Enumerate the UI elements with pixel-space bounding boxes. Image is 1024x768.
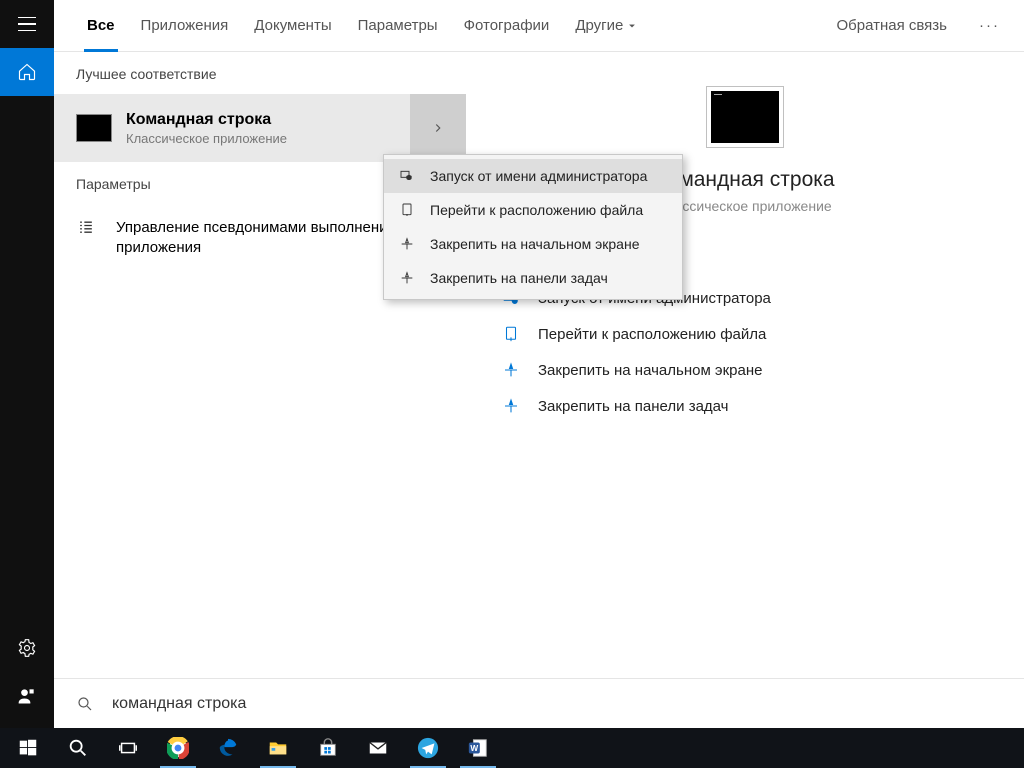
tab-label: Документы (254, 17, 331, 34)
action-label: Перейти к расположению файла (538, 326, 766, 343)
action-pin-start[interactable]: Закрепить на начальном экране (496, 352, 994, 388)
mail-icon (366, 736, 390, 760)
list-icon (76, 218, 98, 243)
context-menu-label: Закрепить на начальном экране (430, 236, 640, 252)
context-menu: Запуск от имени администратора Перейти к… (383, 154, 683, 300)
file-explorer-icon (266, 736, 290, 760)
action-label: Закрепить на панели задач (538, 398, 729, 415)
taskbar-mail[interactable] (354, 728, 402, 768)
context-menu-label: Закрепить на панели задач (430, 270, 608, 286)
taskview-icon (116, 736, 140, 760)
search-content: Лучшее соответствие Командная строка Кла… (54, 52, 1024, 678)
chrome-icon (166, 736, 190, 760)
action-label: Закрепить на начальном экране (538, 362, 762, 379)
context-menu-pin-taskbar[interactable]: Закрепить на панели задач (384, 261, 682, 295)
pin-start-icon (398, 236, 416, 252)
user-icon (17, 686, 37, 706)
chevron-right-icon (431, 121, 445, 135)
start-expand-button[interactable] (0, 0, 54, 48)
start-user-button[interactable] (0, 672, 54, 720)
start-menu-sidebar (0, 0, 54, 728)
best-match-item[interactable]: Командная строка Классическое приложение (54, 94, 466, 162)
more-options-button[interactable]: ··· (965, 17, 1014, 34)
search-icon (66, 736, 90, 760)
feedback-label: Обратная связь (836, 17, 947, 34)
context-menu-label: Перейти к расположению файла (430, 202, 643, 218)
tab-label: Фотографии (464, 17, 550, 34)
svg-text:W: W (470, 744, 478, 753)
start-home-button[interactable] (0, 48, 54, 96)
best-match-title: Командная строка (126, 111, 287, 129)
pin-start-icon (500, 361, 522, 379)
taskbar-word[interactable]: W (454, 728, 502, 768)
tab-documents[interactable]: Документы (241, 0, 344, 52)
tab-label: Параметры (358, 17, 438, 34)
tab-label: Все (87, 17, 115, 34)
pin-taskbar-icon (398, 270, 416, 286)
taskbar-taskview-button[interactable] (104, 728, 152, 768)
best-match-subtitle: Классическое приложение (126, 131, 287, 146)
taskbar-telegram[interactable] (404, 728, 452, 768)
results-column: Лучшее соответствие Командная строка Кла… (54, 52, 466, 678)
tab-label: Приложения (141, 17, 229, 34)
taskbar-explorer[interactable] (254, 728, 302, 768)
details-app-thumbnail (706, 86, 784, 148)
folder-location-icon (500, 325, 522, 343)
cmd-thumbnail-icon (76, 114, 112, 142)
word-icon: W (466, 736, 490, 760)
best-match-expand-button[interactable] (410, 94, 466, 162)
windows-logo-icon (16, 736, 40, 760)
taskbar: W (0, 728, 1024, 768)
details-subtitle: Классическое приложение (658, 198, 831, 214)
telegram-icon (416, 736, 440, 760)
start-settings-button[interactable] (0, 624, 54, 672)
context-menu-run-as-admin[interactable]: Запуск от имени администратора (384, 159, 682, 193)
tab-apps[interactable]: Приложения (128, 0, 242, 52)
home-icon (17, 62, 37, 82)
taskbar-store[interactable] (304, 728, 352, 768)
taskbar-chrome[interactable] (154, 728, 202, 768)
hamburger-icon (18, 17, 36, 32)
tab-label: Другие (575, 17, 623, 34)
search-input-bar[interactable]: командная строка (54, 678, 1024, 728)
chevron-down-icon (627, 21, 637, 31)
tab-more[interactable]: Другие (562, 0, 650, 52)
search-tabs: Все Приложения Документы Параметры Фотог… (54, 0, 1024, 52)
pin-taskbar-icon (500, 397, 522, 415)
search-icon (76, 695, 94, 713)
feedback-link[interactable]: Обратная связь (822, 17, 961, 34)
taskbar-edge[interactable] (204, 728, 252, 768)
taskbar-search-button[interactable] (54, 728, 102, 768)
search-query-text: командная строка (112, 695, 246, 713)
context-menu-pin-start[interactable]: Закрепить на начальном экране (384, 227, 682, 261)
edge-icon (216, 736, 240, 760)
start-button[interactable] (4, 728, 52, 768)
tab-photos[interactable]: Фотографии (451, 0, 563, 52)
gear-icon (17, 638, 37, 658)
details-column: Командная строка Классическое приложение… (466, 52, 1024, 678)
store-icon (316, 736, 340, 760)
folder-location-icon (398, 202, 416, 218)
search-panel: Все Приложения Документы Параметры Фотог… (54, 0, 1024, 728)
context-menu-label: Запуск от имени администратора (430, 168, 647, 184)
action-pin-taskbar[interactable]: Закрепить на панели задач (496, 388, 994, 424)
admin-shield-icon (398, 168, 416, 184)
tab-settings[interactable]: Параметры (345, 0, 451, 52)
action-open-location[interactable]: Перейти к расположению файла (496, 316, 994, 352)
tab-all[interactable]: Все (74, 0, 128, 52)
section-best-match-label: Лучшее соответствие (54, 52, 466, 94)
context-menu-open-location[interactable]: Перейти к расположению файла (384, 193, 682, 227)
